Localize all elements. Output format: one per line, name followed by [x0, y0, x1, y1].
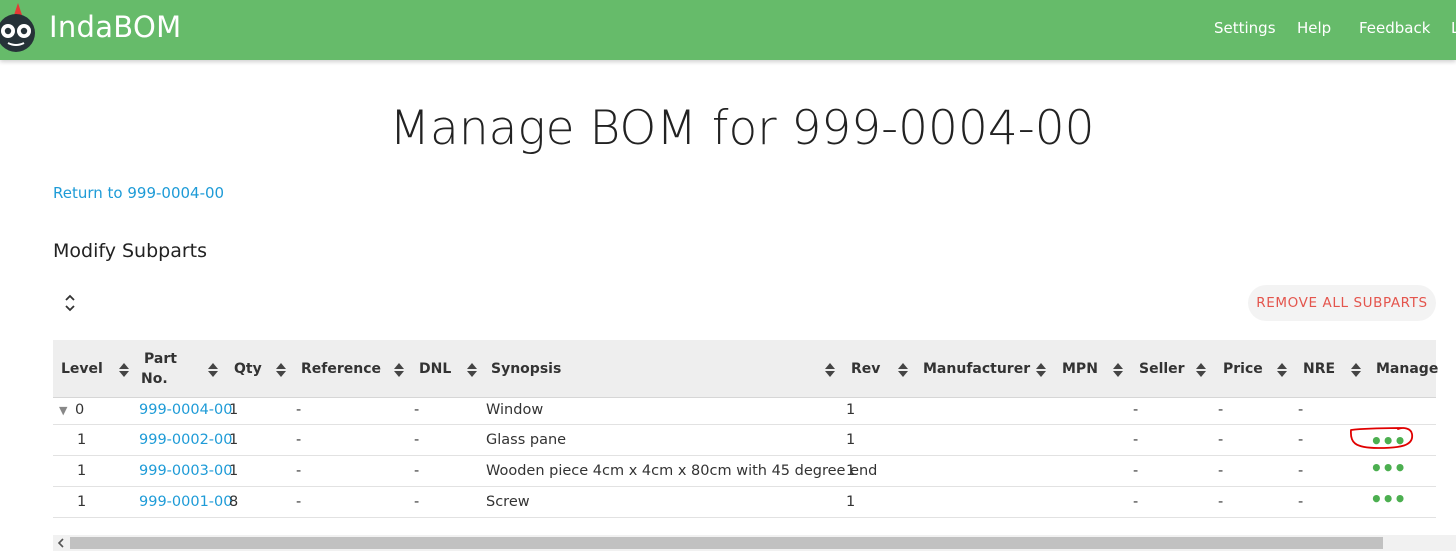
header-price[interactable]: Price [1223, 361, 1263, 377]
cell-seller: - [1133, 402, 1139, 418]
sort-synopsis-icon[interactable] [825, 363, 835, 377]
nav-link-logout[interactable]: L [1451, 19, 1456, 37]
header-seller[interactable]: Seller [1139, 361, 1185, 377]
cell-level: 0 [75, 402, 85, 418]
cell-rev: 1 [846, 402, 856, 418]
cell-nre: - [1298, 402, 1304, 418]
cell-synopsis: Screw [486, 494, 530, 510]
collapse-triangle-icon[interactable]: ▼ [59, 404, 67, 417]
cell-seller: - [1133, 432, 1139, 448]
horizontal-scrollbar[interactable] [53, 535, 1456, 551]
sort-toggle-icon[interactable] [60, 292, 80, 314]
cell-reference: - [296, 463, 302, 479]
remove-all-subparts-button[interactable]: REMOVE ALL SUBPARTS [1248, 285, 1436, 321]
nav-link-help[interactable]: Help [1297, 19, 1331, 37]
header-rev[interactable]: Rev [851, 361, 880, 377]
cell-level: 1 [77, 494, 87, 510]
manage-menu-button[interactable]: ••• [1370, 458, 1406, 478]
sort-seller-icon[interactable] [1196, 363, 1206, 377]
sort-dnl-icon[interactable] [467, 363, 477, 377]
top-navbar: IndaBOM Settings Help Feedback L [0, 0, 1456, 60]
manage-menu-button[interactable]: ••• [1370, 489, 1406, 509]
header-part-no-line2[interactable]: No. [141, 371, 168, 387]
nav-link-settings[interactable]: Settings [1214, 19, 1276, 37]
subparts-table: Level Part No. Qty Reference DNL Synopsi… [53, 340, 1439, 518]
brand-name[interactable]: IndaBOM [49, 10, 181, 44]
cell-part-no-link[interactable]: 999-0004-00 [139, 402, 233, 418]
cell-reference: - [296, 494, 302, 510]
nav-link-feedback[interactable]: Feedback [1359, 19, 1430, 37]
return-link[interactable]: Return to 999-0004-00 [53, 184, 224, 202]
header-level[interactable]: Level [61, 361, 103, 377]
table-header: Level Part No. Qty Reference DNL Synopsi… [53, 340, 1439, 398]
sort-price-icon[interactable] [1277, 363, 1287, 377]
header-part-no-line1[interactable]: Part [144, 351, 177, 367]
cell-price: - [1218, 402, 1224, 418]
cell-level: 1 [77, 432, 87, 448]
cell-qty: 1 [229, 463, 239, 479]
cell-rev: 1 [846, 432, 856, 448]
cell-seller: - [1133, 463, 1139, 479]
header-manage: Manage [1376, 361, 1439, 377]
sort-rev-icon[interactable] [898, 363, 908, 377]
cell-price: - [1218, 463, 1224, 479]
sort-nre-icon[interactable] [1351, 363, 1361, 377]
header-manufacturer[interactable]: Manufacturer [923, 361, 1030, 377]
header-synopsis[interactable]: Synopsis [491, 361, 561, 377]
cell-qty: 8 [229, 494, 239, 510]
cell-price: - [1218, 432, 1224, 448]
sort-part-no-icon[interactable] [208, 363, 218, 377]
header-mpn[interactable]: MPN [1062, 361, 1098, 377]
scrollbar-thumb[interactable] [70, 537, 1383, 549]
cell-rev: 1 [846, 494, 856, 510]
cell-reference: - [296, 432, 302, 448]
cell-dnl: - [414, 463, 420, 479]
table-row: 1 999-0003-00 1 - - Wooden piece 4cm x 4… [53, 456, 1436, 487]
cell-part-no-link[interactable]: 999-0002-00 [139, 432, 233, 448]
table-row: 1 999-0001-00 8 - - Screw 1 - - - ••• [53, 487, 1436, 518]
sort-qty-icon[interactable] [276, 363, 286, 377]
table-row: 1 999-0002-00 1 - - Glass pane 1 - - - •… [53, 425, 1436, 456]
sort-reference-icon[interactable] [394, 363, 404, 377]
cell-price: - [1218, 494, 1224, 510]
scroll-left-arrow-icon[interactable] [53, 535, 69, 551]
sort-level-icon[interactable] [119, 363, 129, 377]
sort-manufacturer-icon[interactable] [1036, 363, 1046, 377]
page-title: Manage BOM for 999-0004-00 [389, 101, 1095, 156]
cell-seller: - [1133, 494, 1139, 510]
indabom-logo-icon[interactable] [0, 3, 40, 53]
cell-dnl: - [414, 432, 420, 448]
cell-nre: - [1298, 463, 1304, 479]
annotation-circle [1349, 427, 1413, 449]
cell-rev: 1 [846, 463, 856, 479]
cell-part-no-link[interactable]: 999-0003-00 [139, 463, 233, 479]
table-row: ▼ 0 999-0004-00 1 - - Window 1 - - - [53, 397, 1436, 425]
cell-synopsis: Glass pane [486, 432, 567, 448]
cell-level: 1 [77, 463, 87, 479]
header-dnl[interactable]: DNL [419, 361, 451, 377]
cell-qty: 1 [229, 402, 239, 418]
cell-part-no-link[interactable]: 999-0001-00 [139, 494, 233, 510]
cell-reference: - [296, 402, 302, 418]
cell-qty: 1 [229, 432, 239, 448]
sort-mpn-icon[interactable] [1113, 363, 1123, 377]
header-qty[interactable]: Qty [234, 361, 262, 377]
cell-nre: - [1298, 432, 1304, 448]
cell-dnl: - [414, 494, 420, 510]
cell-dnl: - [414, 402, 420, 418]
cell-nre: - [1298, 494, 1304, 510]
header-nre[interactable]: NRE [1303, 361, 1335, 377]
cell-synopsis: Wooden piece 4cm x 4cm x 80cm with 45 de… [486, 463, 878, 479]
section-title: Modify Subparts [53, 240, 208, 262]
header-reference[interactable]: Reference [301, 361, 381, 377]
cell-synopsis: Window [486, 402, 544, 418]
